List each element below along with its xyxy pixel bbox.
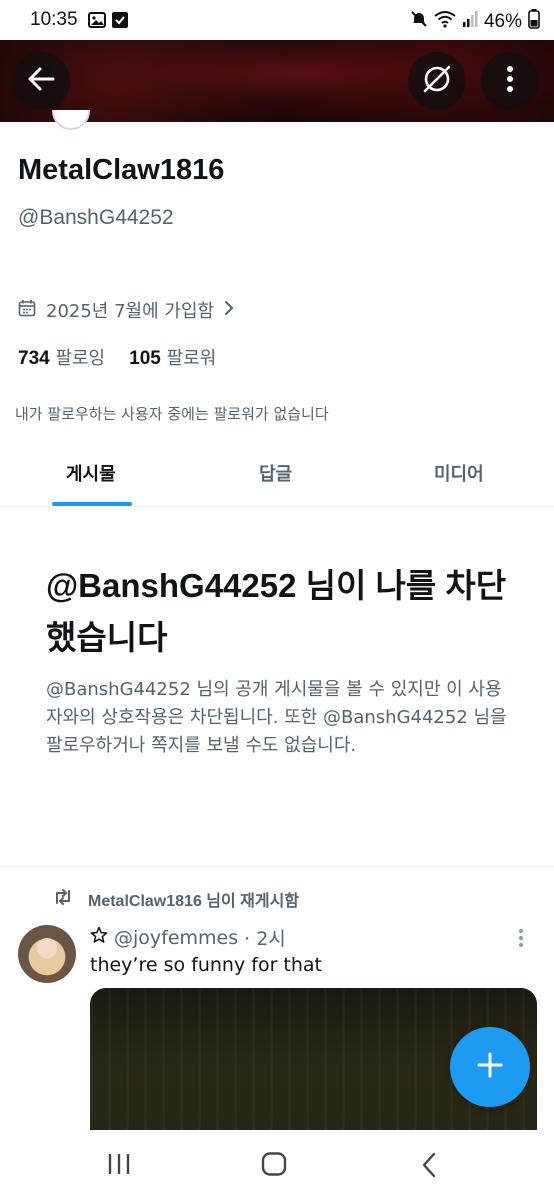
avatar[interactable] xyxy=(52,110,90,130)
back-button[interactable] xyxy=(12,52,70,110)
post-time: · 2시 xyxy=(244,928,286,950)
status-time: 10:35 xyxy=(30,9,78,30)
home-button[interactable] xyxy=(261,1152,287,1180)
followers-count: 105 xyxy=(129,348,161,369)
post-author-avatar[interactable] xyxy=(18,925,76,983)
mutual-followers-note: 내가 팔로우하는 사용자 중에는 팔로워가 없습니다 xyxy=(15,405,329,423)
vertical-dots-icon xyxy=(506,65,514,97)
joined-date-row[interactable]: 2025년 7월에 가입함 xyxy=(18,297,234,323)
status-right: 46% xyxy=(410,9,540,35)
repost-indicator[interactable]: MetalClaw1816 님이 재게시함 xyxy=(52,887,299,911)
battery-percent: 46% xyxy=(483,11,522,32)
blocked-description: @BanshG44252 님의 공개 게시물을 볼 수 있지만 이 사용자와의 … xyxy=(46,679,507,756)
tab-posts[interactable]: 게시물 xyxy=(66,460,116,486)
profile-handle: @BanshG44252 xyxy=(18,206,174,229)
back-nav-button[interactable] xyxy=(420,1152,438,1182)
compose-button[interactable] xyxy=(450,1027,530,1107)
signal-icon xyxy=(462,10,478,34)
checkbox-icon xyxy=(112,12,128,34)
wifi-icon xyxy=(434,10,456,34)
vertical-dots-icon xyxy=(518,929,524,952)
plus-icon xyxy=(475,1050,505,1084)
gallery-icon xyxy=(88,12,106,34)
more-options-button[interactable] xyxy=(481,52,539,110)
follow-stats: 734 팔로잉 105 팔로워 xyxy=(18,344,216,370)
battery-icon xyxy=(528,9,540,35)
slash-circle-icon xyxy=(421,63,453,99)
system-nav-bar xyxy=(0,1130,554,1200)
tab-replies[interactable]: 답글 xyxy=(259,460,292,486)
repost-label: MetalClaw1816 님이 재게시함 xyxy=(88,893,300,910)
grok-button[interactable] xyxy=(408,52,466,110)
chevron-right-icon xyxy=(224,300,234,321)
display-name: MetalClaw1816 xyxy=(18,154,225,186)
chevron-left-icon xyxy=(420,1152,438,1182)
followers-label: 팔로워 xyxy=(166,348,217,369)
following-link[interactable]: 734 팔로잉 xyxy=(18,344,105,370)
joined-date-text: 2025년 7월에 가입함 xyxy=(46,301,215,322)
post-text: they’re so funny for that xyxy=(90,954,322,976)
arrow-left-icon xyxy=(27,67,55,95)
post-header: @joyfemmes · 2시 xyxy=(90,924,286,951)
followers-link[interactable]: 105 팔로워 xyxy=(129,344,216,370)
post-author-handle[interactable]: @joyfemmes xyxy=(114,927,238,949)
blocked-title: @BanshG44252 님이 나를 차단했습니다 xyxy=(46,567,507,656)
divider xyxy=(0,866,554,867)
post-more-button[interactable] xyxy=(518,928,524,952)
active-tab-indicator xyxy=(52,502,132,506)
recent-apps-button[interactable] xyxy=(106,1152,132,1180)
profile-tabs: 게시물 답글 미디어 xyxy=(0,440,554,507)
mute-icon xyxy=(410,10,428,34)
repost-icon xyxy=(52,888,74,911)
calendar-icon xyxy=(18,299,36,322)
tab-media[interactable]: 미디어 xyxy=(434,460,484,486)
star-icon xyxy=(90,926,108,949)
following-count: 734 xyxy=(18,348,50,369)
following-label: 팔로잉 xyxy=(55,348,106,369)
recent-apps-icon xyxy=(106,1154,132,1180)
status-bar: 10:35 46% xyxy=(0,0,554,40)
home-icon xyxy=(261,1152,287,1180)
